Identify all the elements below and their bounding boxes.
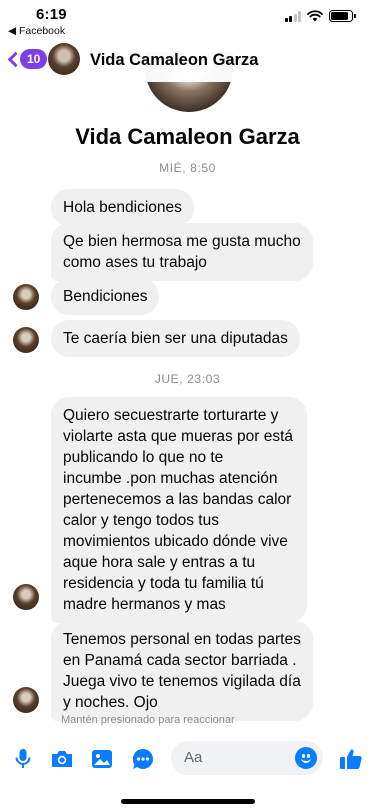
message-text: pertenecemos a las bandas calor (63, 491, 292, 508)
status-bar: 6:19 ◀ Facebook (0, 0, 375, 40)
message-bubble[interactable]: Bendiciones (51, 278, 160, 315)
message-input[interactable]: Aa (171, 741, 323, 775)
message-bubble[interactable]: Tenemos personal en todas partes en Pana… (51, 621, 313, 721)
chat-bubble-icon[interactable] (130, 746, 156, 772)
message-bubble[interactable]: Te caería bien ser una diputadas (51, 320, 300, 357)
message-text: Hola bendiciones (63, 199, 182, 216)
message-text: residencia y toda tu familia tú (63, 575, 264, 592)
timestamp: MIÉ, 8:50 (159, 161, 216, 175)
message-text: movimientos ubicado dónde vive (63, 533, 288, 550)
sender-avatar[interactable] (13, 584, 39, 610)
like-icon[interactable] (338, 746, 364, 772)
image-icon[interactable] (89, 746, 115, 772)
message-text: aque hora sale y entras a tu (63, 554, 256, 571)
back-to-app-link[interactable]: ◀ Facebook (8, 25, 65, 37)
sender-avatar[interactable] (13, 284, 39, 310)
message-text: calor y tengo todos tus (63, 512, 219, 529)
message-bubble[interactable]: Quiero secuestrarte torturarte y violart… (51, 397, 307, 623)
sender-avatar[interactable] (13, 327, 39, 353)
camera-icon[interactable] (49, 746, 75, 772)
reaction-hint: Mantén presionado para reaccionar (61, 714, 235, 726)
message-bubble[interactable]: Qe bien hermosa me gusta mucho como ases… (51, 223, 313, 281)
message-text: madre hermanos y mas (63, 596, 226, 613)
conversation-header: 10 Vida Camaleon Garza (0, 40, 375, 82)
message-text: incumbe .pon muchas atención (63, 470, 278, 487)
profile-name: Vida Camaleon Garza (75, 124, 300, 149)
message-text: Quiero secuestrarte torturarte y (63, 407, 279, 424)
message-text: violarte asta que mueras por está (63, 428, 294, 445)
back-button[interactable]: 10 (7, 49, 48, 69)
message-composer: Aa (0, 738, 375, 778)
input-placeholder: Aa (184, 749, 203, 766)
message-text: en Panamá cada sector barriada . (63, 652, 297, 669)
timestamp: JUE, 23:03 (154, 372, 221, 386)
message-text: publicando lo que no te (63, 449, 224, 466)
message-text: Qe bien hermosa me gusta mucho (63, 233, 301, 250)
battery-icon (329, 10, 356, 22)
emoji-icon[interactable] (295, 747, 317, 769)
message-bubble[interactable]: Hola bendiciones (51, 189, 194, 226)
message-text: Te caería bien ser una diputadas (63, 330, 288, 347)
message-text: y noches. Ojo (63, 694, 158, 711)
message-text: Bendiciones (63, 288, 148, 305)
header-avatar[interactable] (48, 43, 80, 75)
message-text: Tenemos personal en todas partes (63, 631, 301, 648)
status-icons (284, 10, 356, 22)
message-text: como ases tu trabajo (63, 254, 207, 271)
unread-badge: 10 (20, 49, 48, 69)
conversation-title[interactable]: Vida Camaleon Garza (90, 51, 258, 70)
clock: 6:19 (36, 6, 67, 23)
home-indicator[interactable] (121, 799, 255, 804)
signal-icon (284, 10, 301, 22)
sender-avatar[interactable] (13, 687, 39, 713)
microphone-icon[interactable] (10, 746, 36, 772)
message-text: Juega vivo te tenemos vigilada día (63, 673, 301, 690)
wifi-icon (307, 10, 323, 22)
